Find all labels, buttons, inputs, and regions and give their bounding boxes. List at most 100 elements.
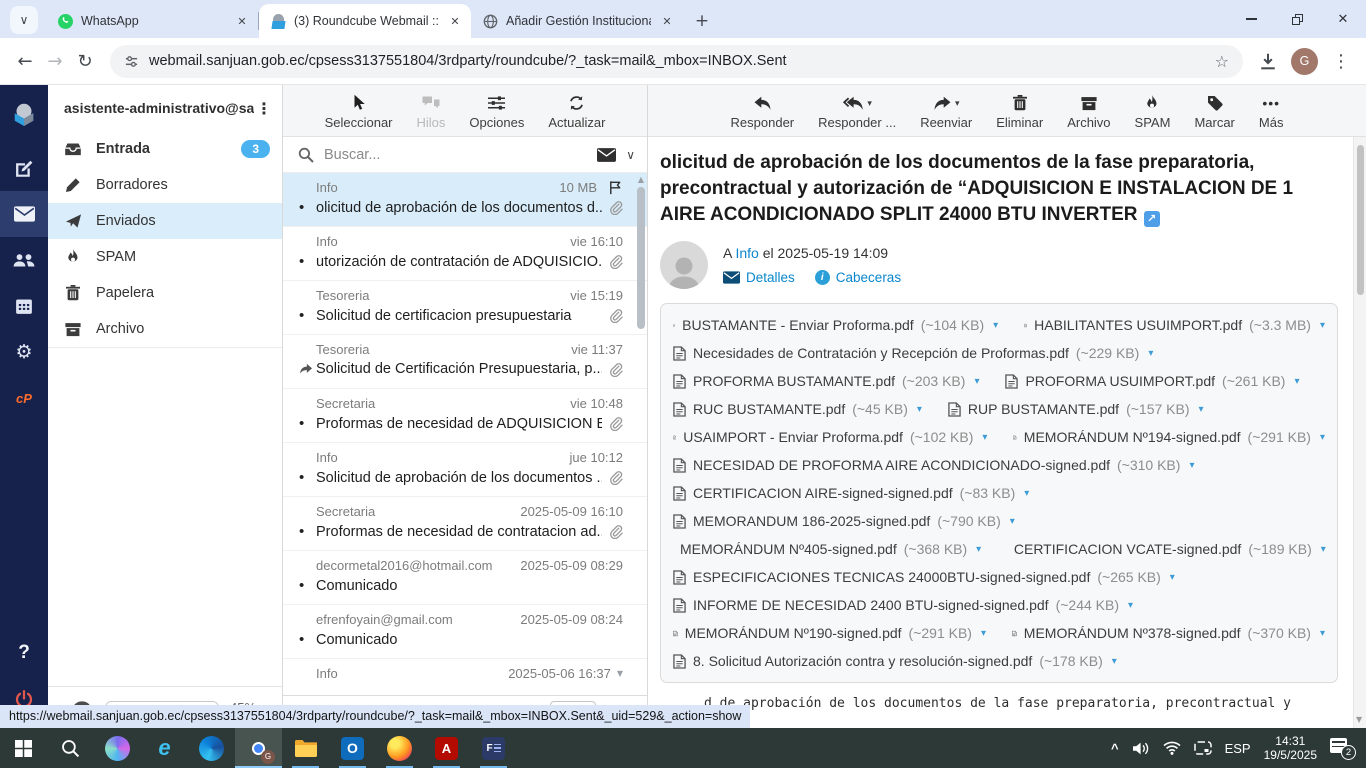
calendar-nav-button[interactable] [0, 283, 48, 329]
tab-roundcube[interactable]: (3) Roundcube Webmail :: Envia ✕ [259, 4, 471, 38]
start-button[interactable] [0, 728, 47, 768]
more-button[interactable]: ••• Más [1259, 93, 1284, 130]
message-row[interactable]: Info2025-05-06 16:37 ▼ [283, 659, 647, 695]
tray-expand-icon[interactable]: ^ [1111, 741, 1119, 756]
tab-search-button[interactable]: ∨ [10, 6, 38, 34]
tab-close-icon[interactable]: ✕ [234, 13, 250, 29]
account-menu-button[interactable]: ⋮ [254, 99, 274, 118]
tab-close-icon[interactable]: ✕ [659, 13, 675, 29]
attachment-menu-icon[interactable]: ▾ [1320, 432, 1325, 443]
message-row[interactable]: Infojue 10:12 •Solicitud de aprobación d… [283, 443, 647, 497]
attachment-menu-icon[interactable]: ▾ [1320, 628, 1325, 639]
forward-button[interactable]: ▾ Reenviar [920, 93, 972, 130]
attachment-menu-icon[interactable]: ▾ [1199, 404, 1204, 415]
attachment-menu-icon[interactable]: ▾ [976, 544, 981, 555]
list-scrollbar-thumb[interactable] [637, 187, 645, 329]
attachment[interactable]: PROFORMA USUIMPORT.pdf(~261 KB)▾ [1005, 373, 1299, 389]
attachment[interactable]: RUC BUSTAMANTE.pdf(~45 KB)▾ [673, 401, 922, 417]
attachment-menu-icon[interactable]: ▾ [1170, 572, 1175, 583]
reply-button[interactable]: Responder [731, 93, 795, 130]
attachment-menu-icon[interactable]: ▾ [981, 628, 986, 639]
wifi-icon[interactable] [1163, 741, 1181, 755]
folder-archivo[interactable]: Archivo [48, 311, 282, 347]
browser-menu-button[interactable]: ⋮ [1326, 46, 1356, 76]
flag-icon[interactable] [607, 180, 623, 195]
profile-avatar[interactable]: G [1291, 48, 1318, 75]
help-button[interactable]: ? [0, 630, 48, 676]
threads-button[interactable]: Hilos [417, 93, 446, 130]
attachment[interactable]: CERTIFICACION VCATE-signed.pdf(~189 KB)▾ [1007, 541, 1325, 557]
search-input[interactable] [324, 147, 587, 163]
message-row[interactable]: efrenfoyain@gmail.com2025-05-09 08:24 •C… [283, 605, 647, 659]
attachment-menu-icon[interactable]: ▾ [1112, 656, 1117, 667]
language-indicator[interactable]: ESP [1225, 741, 1251, 756]
folder-borradores[interactable]: Borradores [48, 167, 282, 203]
firefox-icon[interactable] [376, 728, 423, 768]
contacts-nav-button[interactable] [0, 237, 48, 283]
cpanel-icon[interactable]: cP [0, 375, 48, 421]
attachment[interactable]: PROFORMA BUSTAMANTE.pdf(~203 KB)▾ [673, 373, 979, 389]
taskbar-search-button[interactable] [47, 728, 94, 768]
mail-nav-button[interactable] [0, 191, 48, 237]
attachment-menu-icon[interactable]: ▾ [1024, 488, 1029, 499]
acrobat-icon[interactable]: A [423, 728, 470, 768]
reply-all-caret-icon[interactable]: ▾ [867, 99, 872, 111]
window-restore-button[interactable] [1274, 0, 1320, 38]
tab-whatsapp[interactable]: WhatsApp ✕ [46, 4, 258, 38]
attachment[interactable]: Necesidades de Contratación y Recepción … [673, 345, 1153, 361]
edge-icon[interactable] [188, 728, 235, 768]
attachment-menu-icon[interactable]: ▾ [917, 404, 922, 415]
options-button[interactable]: Opciones [469, 93, 524, 130]
taskbar-clock[interactable]: 14:31 19/5/2025 [1264, 734, 1317, 762]
external-link-icon[interactable]: ↗ [1144, 211, 1160, 227]
attachment[interactable]: MEMORANDUM 186-2025-signed.pdf(~790 KB)▾ [673, 513, 1015, 529]
new-tab-button[interactable]: + [689, 8, 715, 34]
volume-icon[interactable] [1132, 741, 1150, 756]
spam-button[interactable]: SPAM [1135, 93, 1171, 130]
address-bar[interactable]: webmail.sanjuan.gob.ec/cpsess3137551804/… [110, 45, 1243, 78]
reply-all-button[interactable]: ▾ Responder ... [818, 93, 896, 130]
notification-center-button[interactable]: 2 [1330, 737, 1356, 759]
attachment[interactable]: BUSTAMANTE - Enviar Proforma.pdf(~104 KB… [673, 317, 998, 333]
search-scope-icon[interactable] [597, 148, 616, 162]
message-scroll-down-icon[interactable]: ▼ [1356, 715, 1362, 724]
attachment[interactable]: MEMORÁNDUM Nº194-signed.pdf(~291 KB)▾ [1013, 429, 1325, 445]
chrome-taskbar-button[interactable]: G [235, 728, 282, 768]
attachment[interactable]: 8. Solicitud Autorización contra y resol… [673, 653, 1117, 669]
attachment[interactable]: ESPECIFICACIONES TECNICAS 24000BTU-signe… [673, 569, 1175, 585]
message-row[interactable]: Info10 MB •olicitud de aprobación de los… [283, 173, 647, 227]
folder-enviados[interactable]: Enviados [48, 203, 282, 239]
delete-button[interactable]: Eliminar [996, 93, 1043, 130]
message-row[interactable]: Secretariavie 10:48 •Proformas de necesi… [283, 389, 647, 443]
message-scrollbar[interactable]: ▼ [1353, 137, 1366, 728]
internet-explorer-icon[interactable]: e [141, 728, 188, 768]
site-settings-icon[interactable] [124, 54, 139, 69]
copilot-icon[interactable] [94, 728, 141, 768]
refresh-button[interactable]: Actualizar [548, 93, 605, 130]
back-button[interactable]: ← [10, 46, 40, 76]
attachment[interactable]: MEMORÁNDUM Nº405-signed.pdf(~368 KB)▾ [673, 541, 981, 557]
scroll-down-icon[interactable]: ▼ [617, 669, 623, 678]
bookmark-star-icon[interactable]: ☆ [1215, 52, 1229, 71]
mark-button[interactable]: Marcar [1194, 93, 1234, 130]
forward-caret-icon[interactable]: ▾ [955, 99, 960, 111]
outlook-icon[interactable]: O [329, 728, 376, 768]
attachment[interactable]: USAIMPORT - Enviar Proforma.pdf(~102 KB)… [673, 429, 987, 445]
message-row[interactable]: Tesoreriavie 15:19 •Solicitud de certifi… [283, 281, 647, 335]
settings-nav-button[interactable]: ⚙ [0, 329, 48, 375]
message-row[interactable]: Tesoreriavie 11:37 Solicitud de Certific… [283, 335, 647, 389]
window-minimize-button[interactable] [1228, 0, 1274, 38]
reload-button[interactable]: ↻ [70, 46, 100, 76]
search-options-chevron[interactable]: ∨ [626, 148, 635, 162]
attachment-menu-icon[interactable]: ▾ [1321, 544, 1326, 555]
attachment-menu-icon[interactable]: ▾ [1010, 516, 1015, 527]
file-explorer-icon[interactable] [282, 728, 329, 768]
tab-gestion[interactable]: Añadir Gestión Institucional | Pa ✕ [471, 4, 683, 38]
attachment-menu-icon[interactable]: ▾ [1294, 376, 1299, 387]
attachment-menu-icon[interactable]: ▾ [993, 320, 998, 331]
attachment-menu-icon[interactable]: ▾ [1320, 320, 1325, 331]
attachment[interactable]: INFORME DE NECESIDAD 2400 BTU-signed-sig… [673, 597, 1133, 613]
folder-entrada[interactable]: Entrada 3 [48, 131, 282, 167]
attachment[interactable]: RUP BUSTAMANTE.pdf(~157 KB)▾ [948, 401, 1204, 417]
attachment[interactable]: MEMORÁNDUM Nº378-signed.pdf(~370 KB)▾ [1012, 625, 1325, 641]
